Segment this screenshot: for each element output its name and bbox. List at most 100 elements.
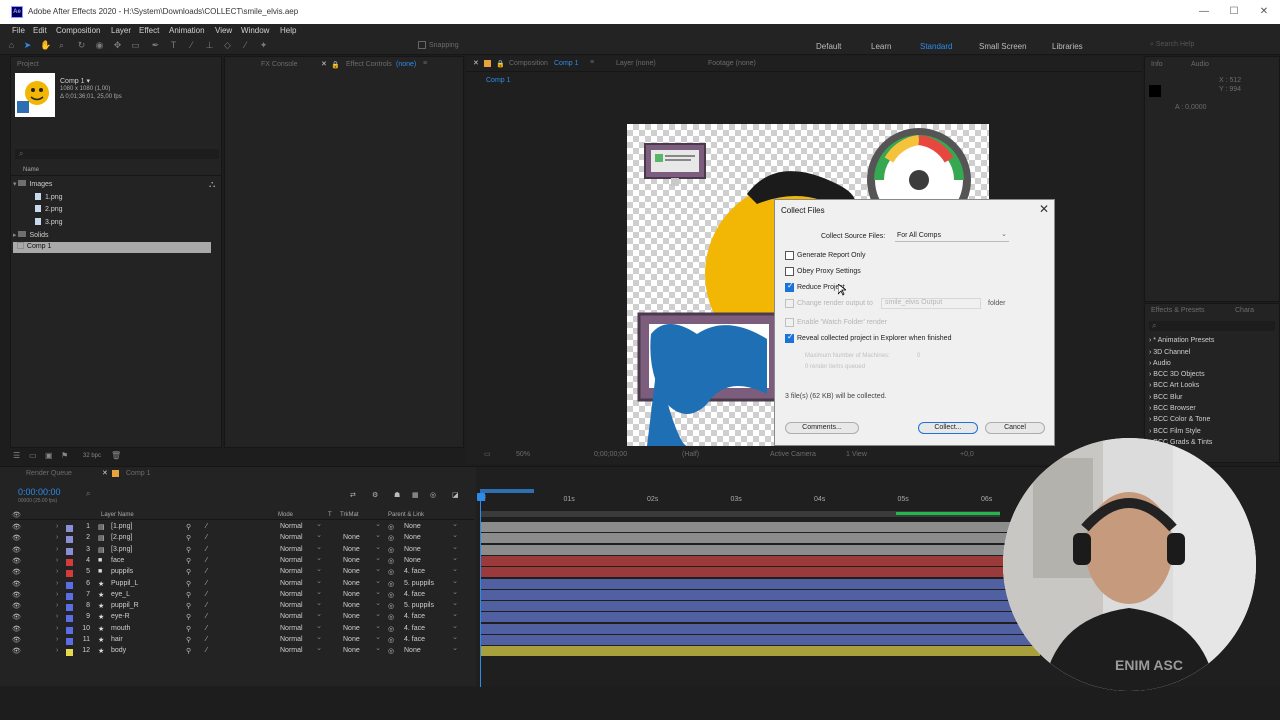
effects-search-field[interactable]: ⌕ xyxy=(1149,321,1275,331)
pickwhip-icon[interactable]: ◎ xyxy=(388,568,394,576)
parent-dropdown[interactable]: None xyxy=(404,644,458,656)
shy-switch-icon[interactable]: ⚲ xyxy=(186,613,191,621)
table-row[interactable]: 👁 › 11 ★ hair ⚲ ⁄ Normal None ◎ 4. face xyxy=(10,633,474,646)
parent-link-header[interactable]: Parent & Link xyxy=(388,512,424,518)
pickwhip-icon[interactable]: ◎ xyxy=(388,636,394,644)
table-row[interactable]: 👁 › 1 ▤ [1.png] ⚲ ⁄ Normal ◎ None xyxy=(10,520,474,533)
playhead-handle[interactable] xyxy=(477,493,485,501)
quality-switch-icon[interactable]: ⁄ xyxy=(206,647,207,654)
tab-effects-presets[interactable]: Effects & Presets xyxy=(1151,307,1205,314)
chevron-right-icon[interactable]: › xyxy=(56,613,58,620)
obey-proxy-checkbox[interactable] xyxy=(785,267,794,276)
effects-category-item[interactable]: › * Animation Presets xyxy=(1149,337,1214,344)
effects-category-item[interactable]: › BCC Blur xyxy=(1149,394,1182,401)
eye-icon[interactable]: 👁 xyxy=(12,591,21,599)
chevron-right-icon[interactable]: › xyxy=(56,625,58,632)
search-icon[interactable]: ⌕ xyxy=(86,489,90,499)
parent-dropdown[interactable]: None xyxy=(404,543,458,555)
list-item-selected[interactable]: Comp 1 xyxy=(13,242,211,253)
menu-animation[interactable]: Animation xyxy=(169,26,205,35)
rotate-tool-icon[interactable]: ↻ xyxy=(76,40,87,51)
pan-behind-tool-icon[interactable]: ✥ xyxy=(112,40,123,51)
table-row[interactable]: 👁 › 2 ▤ [2.png] ⚲ ⁄ Normal None ◎ None xyxy=(10,531,474,544)
quality-switch-icon[interactable]: ⁄ xyxy=(206,613,207,620)
name-column-header[interactable]: Name xyxy=(11,166,221,176)
parent-dropdown[interactable]: 4. face xyxy=(404,633,458,645)
tab-character[interactable]: Chara xyxy=(1235,307,1254,314)
chevron-right-icon[interactable]: › xyxy=(56,602,58,609)
chevron-right-icon[interactable]: › xyxy=(56,568,58,575)
eye-icon[interactable]: 👁 xyxy=(12,636,21,644)
effects-category-item[interactable]: › BCC Color & Tone xyxy=(1149,416,1210,423)
text-tool-icon[interactable]: T xyxy=(168,40,179,51)
layer-name[interactable]: face xyxy=(111,557,124,564)
layer-name[interactable]: body xyxy=(111,647,126,654)
list-item[interactable]: 2.png xyxy=(35,205,63,216)
table-row[interactable]: 👁 › 4 ■ face ⚲ ⁄ Normal None ◎ None xyxy=(10,554,474,567)
layer-duration-bar[interactable] xyxy=(480,623,1040,634)
layer-name[interactable]: Puppil_L xyxy=(111,580,138,587)
chevron-right-icon[interactable]: › xyxy=(56,534,58,541)
pickwhip-icon[interactable]: ◎ xyxy=(388,602,394,610)
always-preview-icon[interactable]: ▭ xyxy=(484,450,491,458)
camera-tool-icon[interactable]: ◉ xyxy=(94,40,105,51)
quality-switch-icon[interactable]: ⁄ xyxy=(206,602,207,609)
puppet-tool-icon[interactable]: ✦ xyxy=(258,40,269,51)
search-help-field[interactable]: ⌕ Search Help xyxy=(1150,41,1276,52)
pickwhip-icon[interactable]: ◎ xyxy=(388,534,394,542)
list-item[interactable]: 1.png xyxy=(35,193,63,204)
quality-switch-icon[interactable]: ⁄ xyxy=(206,534,207,541)
parent-dropdown[interactable]: 4. face xyxy=(404,622,458,634)
effects-category-item[interactable]: › BCC Film Style xyxy=(1149,428,1201,435)
change-render-output-checkbox[interactable] xyxy=(785,299,794,308)
comp-name-label[interactable]: Comp 1 ▾ xyxy=(60,77,90,85)
quality-switch-icon[interactable]: ⁄ xyxy=(206,636,207,643)
chevron-right-icon[interactable]: › xyxy=(56,557,58,564)
eye-icon[interactable]: 👁 xyxy=(12,557,21,565)
layer-name[interactable]: [2.png] xyxy=(111,534,132,541)
dialog-close-icon[interactable]: ✕ xyxy=(1039,202,1049,216)
clone-stamp-tool-icon[interactable]: ⊥ xyxy=(204,40,215,51)
tab-composition[interactable]: Composition xyxy=(509,60,548,67)
shy-switch-icon[interactable]: ⚲ xyxy=(186,647,191,655)
layer-name[interactable]: eye-R xyxy=(111,613,130,620)
trkmat-dropdown[interactable]: None xyxy=(343,644,381,656)
layer-duration-bar[interactable] xyxy=(480,612,1040,623)
playhead[interactable] xyxy=(480,493,481,687)
lock-icon[interactable]: 🔒 xyxy=(496,60,505,68)
quality-switch-icon[interactable]: ⁄ xyxy=(206,557,207,564)
shy-switch-icon[interactable]: ⚲ xyxy=(186,625,191,633)
list-item[interactable]: ▾ Images xyxy=(13,180,52,191)
effects-category-item[interactable]: › BCC 3D Objects xyxy=(1149,371,1205,378)
close-tab-icon[interactable]: ✕ xyxy=(321,60,327,68)
table-row[interactable]: 👁 › 6 ★ Puppil_L ⚲ ⁄ Normal None ◎ 5. puppils xyxy=(10,577,474,590)
layer-name[interactable]: puppil_R xyxy=(111,602,139,609)
layer-name[interactable]: puppils xyxy=(111,568,133,575)
tab-project[interactable]: Project xyxy=(17,61,39,68)
shy-switch-icon[interactable]: ⚲ xyxy=(186,557,191,565)
layer-name-header[interactable]: Layer Name xyxy=(101,512,134,518)
panel-menu-icon[interactable]: ≡ xyxy=(590,59,594,66)
comments-button[interactable]: Comments... xyxy=(785,422,859,434)
frame-blending-icon[interactable]: ▦ xyxy=(412,491,419,499)
pickwhip-icon[interactable]: ◎ xyxy=(388,523,394,531)
pickwhip-icon[interactable]: ◎ xyxy=(388,546,394,554)
tab-layer[interactable]: Layer (none) xyxy=(616,60,656,67)
quality-switch-icon[interactable]: ⁄ xyxy=(206,591,207,598)
parent-dropdown[interactable]: 4. face xyxy=(404,610,458,622)
eye-icon[interactable]: 👁 xyxy=(12,613,21,621)
eraser-tool-icon[interactable]: ◇ xyxy=(222,40,233,51)
list-item[interactable]: ▸ Solids xyxy=(13,231,49,242)
shy-layers-icon[interactable]: ☗ xyxy=(394,491,400,499)
exposure-value[interactable]: +0,0 xyxy=(960,451,974,458)
parent-dropdown[interactable]: None xyxy=(404,531,458,543)
table-row[interactable]: 👁 › 3 ▤ [3.png] ⚲ ⁄ Normal None ◎ None xyxy=(10,543,474,556)
pickwhip-icon[interactable]: ◎ xyxy=(388,647,394,655)
layer-duration-bar[interactable] xyxy=(480,555,1040,566)
chevron-right-icon[interactable]: › xyxy=(56,591,58,598)
new-comp-icon[interactable]: ▣ xyxy=(45,451,53,460)
layer-duration-bar[interactable] xyxy=(480,544,1040,555)
project-search-field[interactable]: ⌕ xyxy=(15,149,219,159)
effects-category-item[interactable]: › Audio xyxy=(1149,360,1171,367)
quality-switch-icon[interactable]: ⁄ xyxy=(206,580,207,587)
